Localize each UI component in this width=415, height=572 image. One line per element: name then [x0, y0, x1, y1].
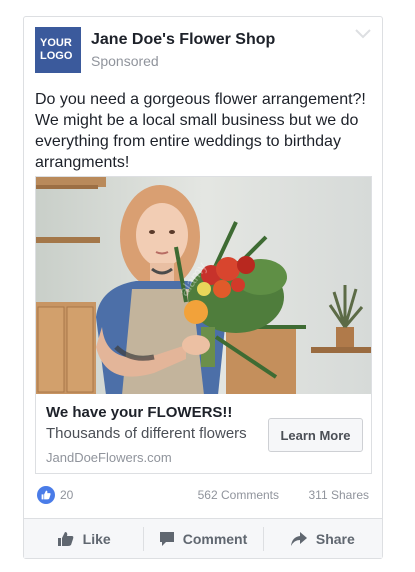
reaction-stats: 20 562 Comments 311 Shares: [37, 486, 369, 504]
sponsored-post-card: YOUR LOGO Jane Doe's Flower Shop Sponsor…: [23, 16, 383, 559]
page-name-link[interactable]: Jane Doe's Flower Shop: [91, 31, 275, 49]
ad-image[interactable]: alamy: [35, 176, 372, 394]
share-label: Share: [315, 530, 355, 547]
share-button[interactable]: Share: [262, 519, 382, 559]
comment-icon: [159, 531, 174, 546]
page-logo[interactable]: YOUR LOGO: [35, 27, 81, 73]
share-count[interactable]: 311 Shares: [309, 488, 370, 502]
comment-button[interactable]: Comment: [143, 519, 262, 559]
ad-description: Thousands of different flowers: [46, 425, 247, 442]
like-label: Like: [82, 530, 111, 547]
logo-line-2: LOGO: [40, 50, 73, 62]
logo-line-1: YOUR: [40, 37, 72, 49]
comment-label: Comment: [182, 530, 248, 547]
like-button[interactable]: Like: [24, 519, 143, 559]
action-bar: Like Comment Share: [24, 518, 382, 558]
ad-headline: We have your FLOWERS!!: [46, 404, 233, 421]
learn-more-button[interactable]: Learn More: [268, 418, 363, 452]
sponsored-label[interactable]: Sponsored: [91, 53, 159, 69]
post-header: YOUR LOGO Jane Doe's Flower Shop Sponsor…: [35, 27, 372, 75]
share-arrow-icon: [290, 531, 307, 546]
ad-domain: JandDoeFlowers.com: [46, 450, 172, 465]
like-count[interactable]: 20: [60, 488, 73, 502]
chevron-down-icon[interactable]: [354, 27, 372, 41]
comment-count[interactable]: 562 Comments: [198, 488, 279, 502]
like-reaction-icon[interactable]: [37, 486, 55, 504]
post-text: Do you need a gorgeous flower arrangemen…: [35, 91, 366, 171]
thumbs-up-icon: [57, 531, 73, 546]
ad-link-preview[interactable]: We have your FLOWERS!! Thousands of diff…: [35, 394, 372, 474]
